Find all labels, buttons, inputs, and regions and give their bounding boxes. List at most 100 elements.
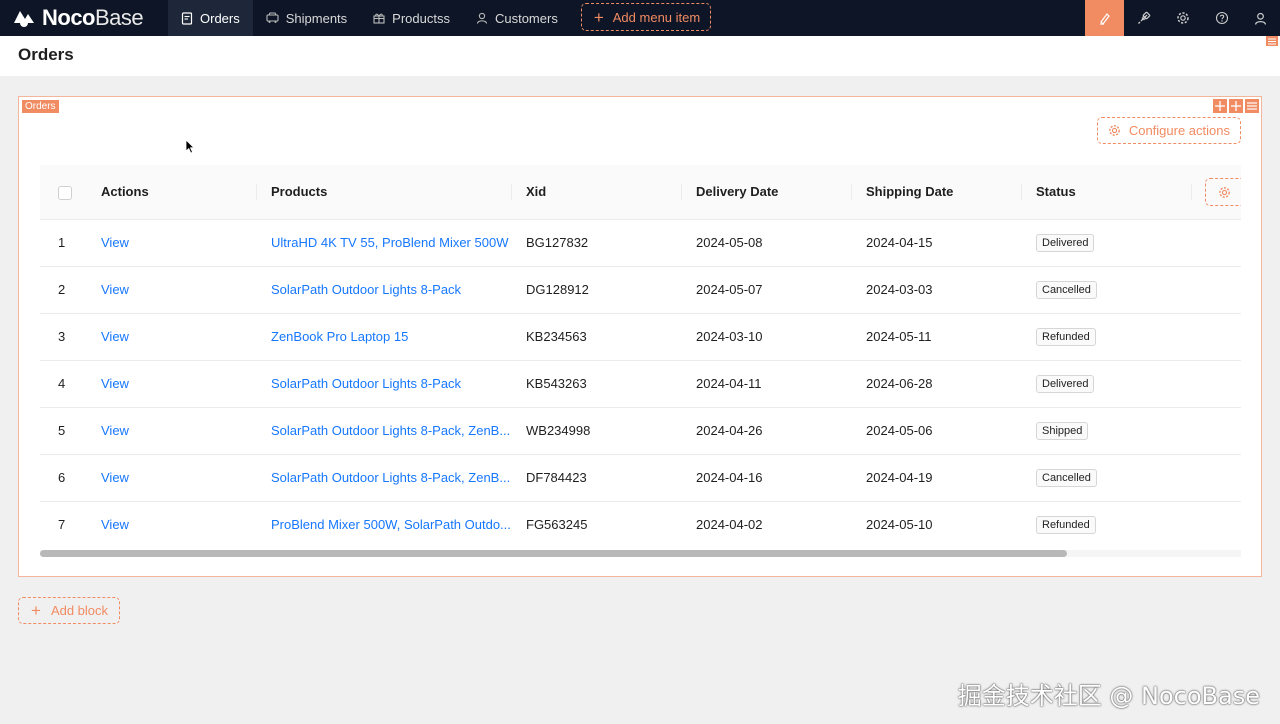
app-logo[interactable]: NocoBase [0,0,168,36]
status-badge: Delivered [1036,374,1095,393]
status-badge: Cancelled [1036,280,1097,299]
settings-button[interactable] [1163,0,1202,36]
products-link[interactable]: SolarPath Outdoor Lights 8-Pack, ZenB... [271,423,510,438]
xid-cell: DF784423 [526,470,587,485]
add-icon[interactable] [1229,99,1243,113]
select-all-checkbox[interactable] [58,185,72,200]
nav-item-productss[interactable]: Productss [360,0,463,36]
shipping-date-cell: 2024-03-03 [866,282,933,297]
plus-icon: + [31,601,41,620]
row-index: 5 [58,423,66,438]
add-menu-item-button[interactable]: + Add menu item [580,3,712,31]
shipping-date-cell: 2024-05-06 [866,423,933,438]
scrollbar-thumb[interactable] [40,550,1067,557]
row-index: 6 [58,470,66,485]
gift-icon [373,12,385,24]
table-row[interactable]: 3 View ZenBook Pro Laptop 15 KB234563 20… [40,313,1241,360]
column-header-status[interactable]: Status [1022,165,1192,219]
nav-item-label: Productss [392,10,450,26]
plugin-manager-button[interactable] [1124,0,1163,36]
help-button[interactable] [1202,0,1241,36]
delivery-date-cell: 2024-04-02 [696,517,763,533]
add-block-label: Add block [50,603,109,618]
table-row[interactable]: 1 View UltraHD 4K TV 55, ProBlend Mixer … [40,219,1241,266]
nav-item-label: Customers [494,10,558,26]
drag-handle-icon[interactable] [1213,99,1227,113]
help-icon [1215,11,1228,25]
menu-lines-icon[interactable] [1266,36,1278,46]
delivery-date-cell: 2024-04-26 [696,423,763,438]
table-row[interactable]: 6 View SolarPath Outdoor Lights 8-Pack, … [40,454,1241,501]
column-header-actions[interactable]: Actions [87,165,257,219]
view-link[interactable]: View [101,517,129,532]
column-header-delivery-date[interactable]: Delivery Date [682,165,852,219]
row-index: 4 [58,376,66,391]
status-badge: Cancelled [1036,468,1097,487]
horizontal-scrollbar[interactable] [40,550,1241,557]
delivery-date-cell: 2024-04-11 [696,376,762,391]
logo-text: NocoBase [42,5,144,30]
table-row[interactable]: 7 View ProBlend Mixer 500W, SolarPath Ou… [40,501,1241,548]
products-link[interactable]: ZenBook Pro Laptop 15 [271,329,408,344]
logo-icon [14,11,34,27]
status-badge: Refunded [1036,327,1096,346]
gear-icon [1219,186,1230,198]
view-link[interactable]: View [101,376,129,391]
status-badge: Shipped [1036,421,1089,440]
plug-icon [1137,11,1150,24]
xid-cell: FG563245 [526,517,588,533]
add-menu-item-label: Add menu item [612,9,701,25]
delivery-date-cell: 2024-05-07 [696,282,763,297]
nav-item-shipments[interactable]: Shipments [253,0,360,36]
shipping-date-cell: 2024-04-19 [866,470,933,485]
products-link[interactable]: UltraHD 4K TV 55, ProBlend Mixer 500W [271,235,508,250]
configure-columns-button[interactable] [1205,178,1241,206]
table-row[interactable]: 4 View SolarPath Outdoor Lights 8-Pack K… [40,360,1241,407]
nav-item-orders[interactable]: Orders [168,0,253,36]
table-row[interactable]: 5 View SolarPath Outdoor Lights 8-Pack, … [40,407,1241,454]
nav-item-label: Orders [200,10,240,26]
products-link[interactable]: SolarPath Outdoor Lights 8-Pack [271,282,461,297]
view-link[interactable]: View [101,329,129,344]
configure-actions-button[interactable]: Configure actions [1096,117,1241,144]
column-header-shipping-date[interactable]: Shipping Date [852,165,1022,219]
user-icon [1255,12,1266,25]
block-toolbar [1213,99,1259,113]
add-block-button[interactable]: + Add block [18,597,120,624]
nav-item-customers[interactable]: Customers [463,0,571,36]
row-index: 1 [58,235,66,250]
mouse-cursor-icon [185,139,195,154]
shipping-date-cell: 2024-05-10 [866,517,933,533]
nav-item-label: Shipments [285,10,348,26]
status-badge: Delivered [1036,233,1095,252]
orders-table: Actions Products Xid Delivery Date Shipp… [40,165,1241,555]
table-header-row: Actions Products Xid Delivery Date Shipp… [40,165,1241,219]
view-link[interactable]: View [101,282,129,297]
delivery-date-cell: 2024-04-16 [696,470,763,485]
top-navigation-bar: NocoBase Orders Shipments Productss Cust… [0,0,1280,36]
row-index: 7 [58,517,66,533]
gear-icon [1108,124,1121,137]
column-header-xid[interactable]: Xid [512,165,682,219]
block-tag: Orders [22,100,59,113]
delivery-date-cell: 2024-05-08 [696,235,763,250]
page-header: Orders [0,36,1280,76]
view-link[interactable]: View [101,470,129,485]
column-header-products[interactable]: Products [257,165,512,219]
products-link[interactable]: ProBlend Mixer 500W, SolarPath Outdo... [271,517,511,532]
xid-cell: BG127832 [526,235,589,250]
products-link[interactable]: SolarPath Outdoor Lights 8-Pack, ZenB... [271,470,510,485]
configure-actions-label: Configure actions [1128,123,1230,138]
products-link[interactable]: SolarPath Outdoor Lights 8-Pack [271,376,461,391]
user-menu-button[interactable] [1241,0,1280,36]
menu-icon[interactable] [1245,99,1259,113]
view-link[interactable]: View [101,235,129,250]
ui-editor-button[interactable] [1085,0,1124,36]
view-link[interactable]: View [101,423,129,438]
row-index: 2 [58,282,66,297]
xid-cell: WB234998 [526,423,591,438]
shipping-date-cell: 2024-06-28 [866,376,933,391]
xid-cell: KB543263 [526,376,587,391]
table-row[interactable]: 2 View SolarPath Outdoor Lights 8-Pack D… [40,266,1241,313]
xid-cell: KB234563 [526,329,587,344]
